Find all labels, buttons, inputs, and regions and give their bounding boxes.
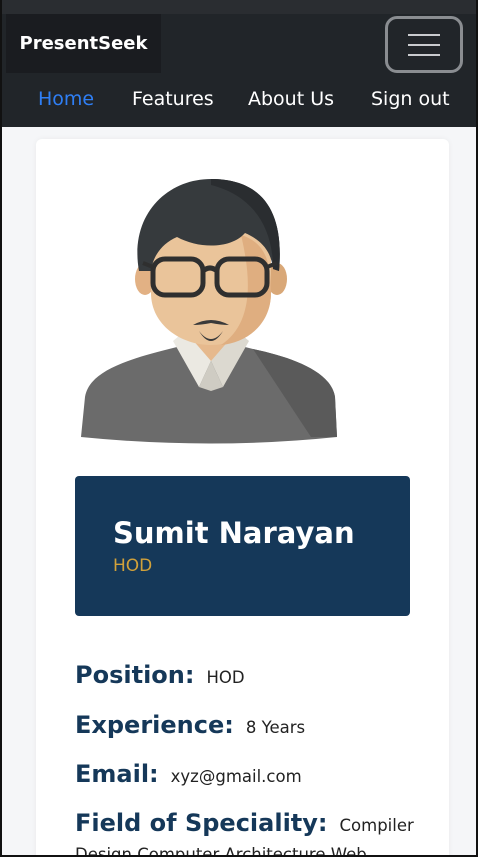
top-navbar: PresentSeek Home Features About Us Sign … <box>2 0 476 127</box>
profile-name: Sumit Narayan <box>113 516 355 550</box>
info-position: Position: HOD <box>75 661 435 689</box>
nav-link-sign-out[interactable]: Sign out <box>371 88 450 110</box>
nav-link-home[interactable]: Home <box>38 88 94 110</box>
user-avatar-illustration <box>81 179 337 444</box>
info-experience: Experience: 8 Years <box>75 711 435 739</box>
nav-links: Home Features About Us Sign out <box>2 88 476 118</box>
profile-card: Sumit Narayan HOD Position: HOD Experienc… <box>36 139 449 855</box>
info-label: Experience: <box>75 711 234 739</box>
app-frame: PresentSeek Home Features About Us Sign … <box>0 0 478 857</box>
info-speciality: Field of Speciality: Compiler Design,Comp… <box>75 809 435 855</box>
info-label: Email: <box>75 760 159 788</box>
info-label: Field of Speciality: <box>75 809 328 837</box>
info-email: Email: xyz@gmail.com <box>75 760 435 788</box>
hamburger-icon[interactable] <box>385 16 463 73</box>
profile-name-banner: Sumit Narayan HOD <box>75 476 410 616</box>
info-value: HOD <box>206 668 245 687</box>
info-label: Position: <box>75 661 195 689</box>
nav-link-features[interactable]: Features <box>132 88 214 110</box>
info-value: 8 Years <box>245 718 306 737</box>
brand-logo[interactable]: PresentSeek <box>6 14 161 73</box>
profile-role: HOD <box>113 556 153 576</box>
info-value: xyz@gmail.com <box>170 767 302 786</box>
nav-link-about-us[interactable]: About Us <box>248 88 334 110</box>
